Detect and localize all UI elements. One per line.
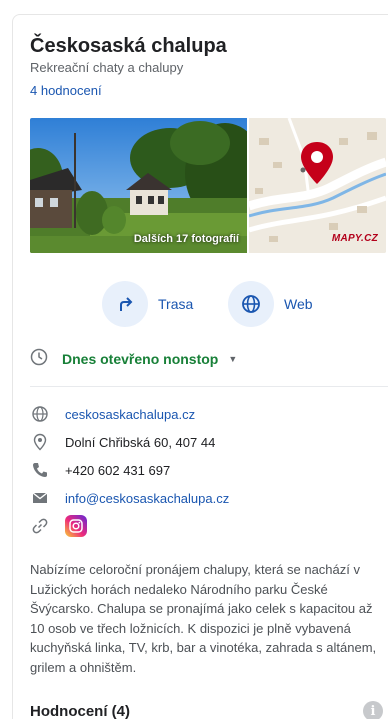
- mini-map[interactable]: MAPY.CZ: [249, 118, 386, 253]
- photo-gallery[interactable]: Dalších 17 fotografií: [30, 118, 247, 253]
- email-link[interactable]: info@ceskosaskachalupa.cz: [65, 491, 229, 506]
- clock-icon: [30, 348, 48, 371]
- website-button[interactable]: Web: [228, 281, 313, 327]
- social-row: [30, 515, 87, 537]
- reviews-heading: Hodnocení (4): [30, 703, 130, 719]
- directions-label: Trasa: [158, 296, 194, 312]
- phone-number[interactable]: +420 602 431 697: [65, 463, 170, 478]
- mail-icon: [30, 488, 50, 508]
- divider: [30, 386, 388, 387]
- instagram-icon[interactable]: [65, 515, 87, 537]
- open-status: Dnes otevřeno nonstop: [62, 351, 219, 367]
- website-row: ceskosaskachalupa.cz: [30, 403, 195, 425]
- address-text: Dolní Chřibská 60, 407 44: [65, 434, 216, 450]
- phone-icon: [30, 460, 50, 480]
- map-provider-logo: MAPY.CZ: [331, 233, 378, 244]
- website-link[interactable]: ceskosaskachalupa.cz: [65, 407, 195, 422]
- phone-row: +420 602 431 697: [30, 459, 170, 481]
- info-icon[interactable]: i: [363, 701, 383, 719]
- email-row: info@ceskosaskachalupa.cz: [30, 487, 229, 509]
- opening-hours-toggle[interactable]: Dnes otevřeno nonstop ▼: [30, 348, 237, 370]
- chevron-down-icon: ▼: [228, 354, 238, 364]
- globe-icon: [228, 281, 274, 327]
- address-row: Dolní Chřibská 60, 407 44: [30, 431, 215, 453]
- action-bar: Trasa Web: [13, 281, 388, 329]
- place-category: Rekreační chaty a chalupy: [30, 60, 184, 75]
- link-icon: [30, 516, 50, 536]
- place-description: Nabízíme celoroční pronájem chalupy, kte…: [30, 562, 377, 675]
- place-panel: Českosaská chalupa Rekreační chaty a cha…: [12, 14, 388, 719]
- reviews-count-link[interactable]: 4 hodnocení: [30, 83, 102, 98]
- globe-icon: [30, 404, 50, 424]
- more-photos-label[interactable]: Dalších 17 fotografií: [134, 233, 239, 245]
- media-strip: Dalších 17 fotografií MAPY.CZ: [30, 118, 386, 253]
- place-title: Českosaská chalupa: [30, 35, 227, 57]
- location-pin-icon: [30, 432, 50, 452]
- directions-button[interactable]: Trasa: [102, 281, 193, 327]
- directions-icon: [102, 281, 148, 327]
- website-label: Web: [284, 296, 313, 312]
